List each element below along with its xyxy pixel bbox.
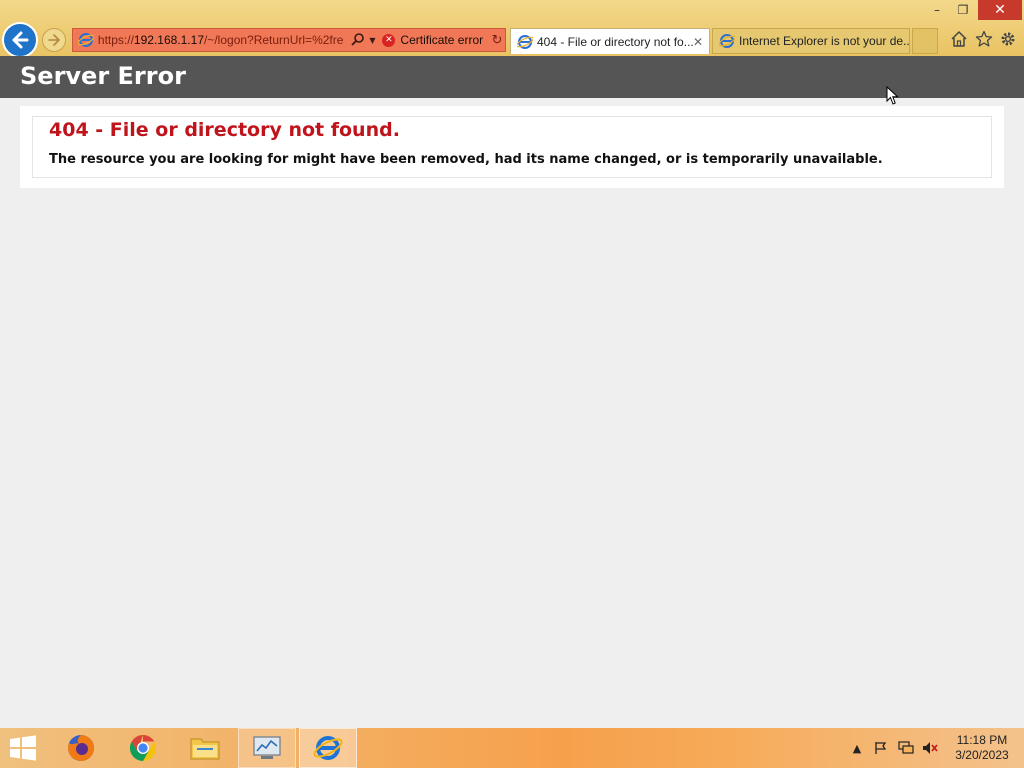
windows-logo-icon <box>10 735 36 761</box>
taskbar-firefox[interactable] <box>52 728 110 768</box>
back-button[interactable] <box>2 22 38 58</box>
certificate-error-label: Certificate error <box>400 33 484 47</box>
file-explorer-icon <box>190 738 220 760</box>
taskbar-resource-monitor[interactable] <box>238 728 296 768</box>
url-path: /~/logon?ReturnUrl=%2fre <box>204 33 344 47</box>
page-title: Server Error <box>20 62 186 90</box>
url-host: 192.168.1.17 <box>133 33 204 47</box>
restore-button[interactable]: ❐ <box>950 0 976 20</box>
tab-label: Internet Explorer is not your de... <box>739 34 909 48</box>
server-error-header: Server Error <box>0 56 1024 98</box>
gear-icon[interactable] <box>997 28 1019 50</box>
tab-label: 404 - File or directory not fo... <box>537 34 693 49</box>
chevron-down-icon[interactable]: ▼ <box>366 32 378 48</box>
internet-explorer-icon <box>313 736 343 760</box>
close-button[interactable]: ✕ <box>978 0 1022 20</box>
error-title: 404 - File or directory not found. <box>49 119 400 141</box>
new-tab-button[interactable] <box>912 28 938 54</box>
taskbar-internet-explorer[interactable] <box>299 728 357 768</box>
clock-date: 3/20/2023 <box>955 748 1009 762</box>
tab-ie-not-default[interactable]: Internet Explorer is not your de... <box>712 28 910 54</box>
error-x-icon: ✕ <box>382 33 396 47</box>
error-description: The resource you are looking for might h… <box>49 152 883 167</box>
show-hidden-icons-icon[interactable]: ▲ <box>849 740 865 756</box>
firefox-icon <box>68 735 94 761</box>
start-button[interactable] <box>0 728 46 768</box>
minimize-button[interactable]: – <box>924 0 950 20</box>
volume-muted-icon[interactable] <box>922 740 938 756</box>
chrome-icon <box>129 734 157 762</box>
search-icon[interactable] <box>350 32 366 48</box>
ie-page-icon <box>516 34 534 50</box>
home-icon[interactable] <box>948 28 970 50</box>
error-content: 404 - File or directory not found. The r… <box>20 106 1004 188</box>
certificate-error-button[interactable]: ✕ Certificate error <box>382 33 483 47</box>
taskbar-file-explorer[interactable] <box>176 728 234 768</box>
ie-page-icon <box>718 33 736 49</box>
address-url[interactable]: https://192.168.1.17/~/logon?ReturnUrl=%… <box>98 33 345 47</box>
address-bar[interactable]: https://192.168.1.17/~/logon?ReturnUrl=%… <box>72 28 506 52</box>
tab-close-icon[interactable]: ✕ <box>693 35 703 49</box>
ie-page-icon <box>76 30 96 50</box>
forward-arrow-icon <box>48 34 60 46</box>
taskbar-chrome[interactable] <box>114 728 172 768</box>
system-clock[interactable]: 11:18 PM 3/20/2023 <box>946 733 1018 763</box>
action-center-flag-icon[interactable] <box>873 740 889 756</box>
error-fieldset: 404 - File or directory not found. The r… <box>32 116 992 178</box>
browser-chrome: – ❐ ✕ https://192.168.1.17/~/logon?Retur… <box>0 0 1024 58</box>
mouse-cursor-icon <box>886 86 899 105</box>
refresh-icon[interactable]: ↻ <box>489 32 505 48</box>
favorites-star-icon[interactable] <box>973 28 995 50</box>
forward-button[interactable] <box>42 28 66 52</box>
resource-monitor-icon <box>253 736 281 759</box>
taskbar: ▲ 11:18 PM 3/20/2023 <box>0 728 1024 768</box>
back-arrow-icon <box>12 31 29 49</box>
tab-404-error[interactable]: 404 - File or directory not fo... ✕ <box>510 28 710 54</box>
url-prefix: https:// <box>97 33 134 47</box>
network-icon[interactable] <box>898 740 914 756</box>
clock-time: 11:18 PM <box>956 733 1008 747</box>
